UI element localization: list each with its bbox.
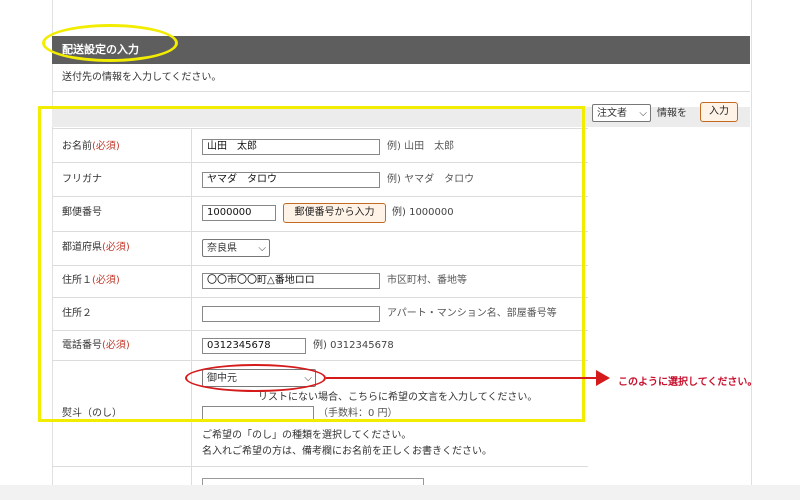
arrow-line	[326, 377, 598, 379]
noshi-help-text: 名入れご希望の方は、備考欄にお名前を正しくお書きください。	[202, 446, 492, 457]
section-subtitle: 送付先の情報を入力してください。	[62, 72, 222, 83]
fill-info-button[interactable]: 入力	[700, 102, 738, 122]
highlight-ellipse	[185, 364, 326, 392]
role-select[interactable]: 注文者 ⌵	[592, 104, 651, 122]
noshi-help-text: ご希望の「のし」の種類を選択してください。	[202, 430, 412, 441]
instruction-note: このように選択してください。	[618, 377, 758, 388]
row-divider	[52, 466, 588, 467]
footer-strip	[0, 485, 800, 500]
chevron-down-icon: ⌵	[639, 108, 647, 119]
role-suffix-label: 情報を	[657, 108, 687, 119]
highlight-ellipse	[42, 24, 178, 62]
role-select-value: 注文者	[597, 108, 627, 119]
divider	[52, 91, 750, 92]
arrow-right-icon	[596, 370, 610, 386]
